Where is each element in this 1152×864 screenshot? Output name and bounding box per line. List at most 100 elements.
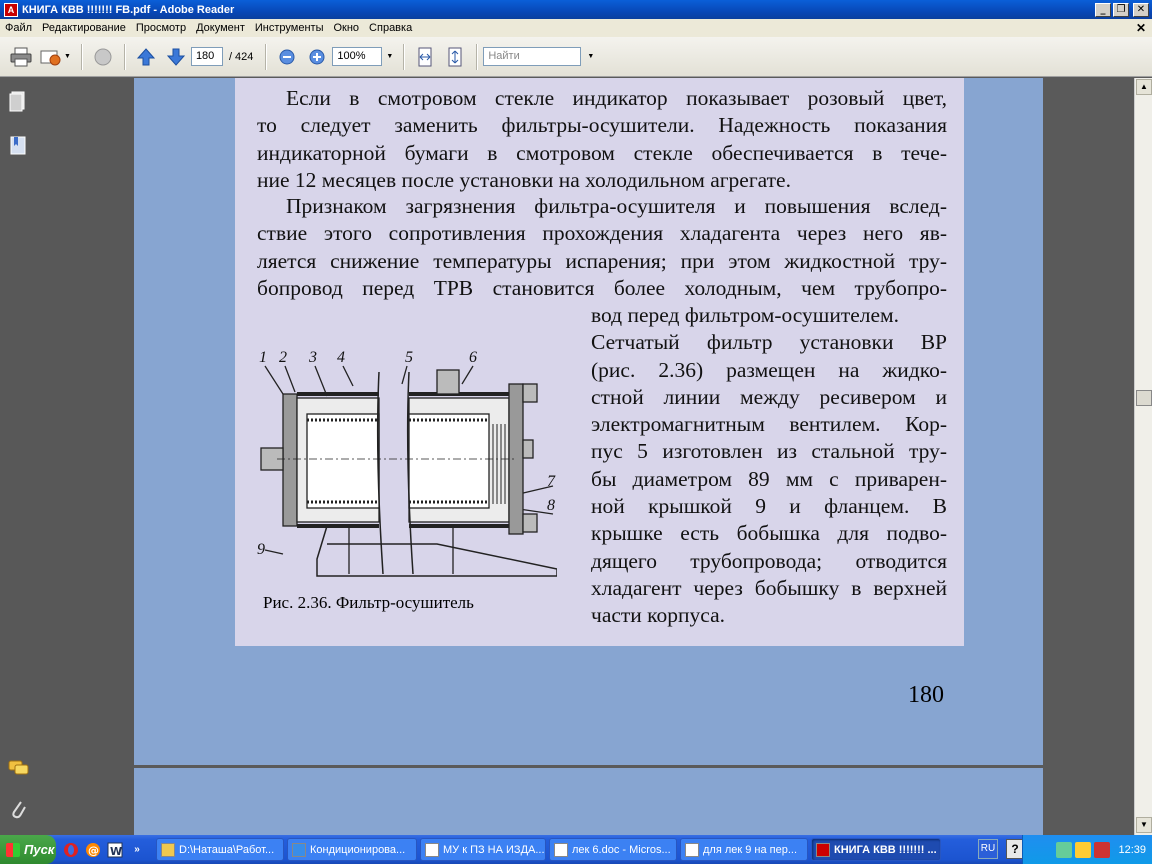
- figure-label: 5: [405, 349, 413, 366]
- scroll-down-arrow-icon[interactable]: ▼: [1136, 817, 1152, 833]
- menu-bar: Файл Редактирование Просмотр Документ Ин…: [0, 19, 1152, 37]
- close-document-icon[interactable]: ✕: [1136, 21, 1146, 35]
- text-line: Сетчатый фильтр установки ВР: [591, 330, 947, 355]
- text-line: индикаторной бумаги в смотровом стекле о…: [257, 140, 947, 165]
- arrow-up-icon: [136, 47, 156, 65]
- navigation-panel: [0, 78, 134, 835]
- figure-caption: Рис. 2.36. Фильтр-осушитель: [263, 593, 474, 612]
- menu-help[interactable]: Справка: [364, 22, 417, 34]
- text-line: ной крышкой 9 и фланцем. В: [591, 494, 947, 519]
- clock[interactable]: 12:39: [1118, 844, 1146, 856]
- document-view[interactable]: Если в смотровом стекле индикатор показы…: [134, 78, 1134, 835]
- text-line: ние 12 месяцев после установки на холоди…: [257, 167, 791, 192]
- taskbar-item-word-2[interactable]: лек 6.doc - Micros...: [549, 838, 677, 861]
- word-doc-icon: [685, 842, 699, 857]
- taskbar-item-adobe-reader[interactable]: КНИГА КВВ !!!!!!! ...: [811, 838, 941, 861]
- menu-document[interactable]: Документ: [191, 22, 250, 34]
- page-number-input[interactable]: 180: [190, 47, 223, 66]
- quick-launch-expand-icon[interactable]: »: [126, 839, 148, 861]
- menu-tools[interactable]: Инструменты: [250, 22, 329, 34]
- paragraph-2-continued: вод перед фильтром-осушителем. Сетчатый …: [591, 302, 947, 630]
- network-icon[interactable]: [1056, 841, 1073, 858]
- figure-label: 4: [337, 349, 345, 366]
- windows-flag-icon: [6, 842, 20, 857]
- zoom-out-button[interactable]: [274, 44, 300, 70]
- text-line: крышке есть бобышка для подво-: [591, 521, 947, 546]
- collaborate-button[interactable]: [90, 44, 116, 70]
- zoom-out-icon: [279, 49, 295, 64]
- menu-edit[interactable]: Редактирование: [37, 22, 131, 34]
- find-dropdown-icon[interactable]: ▼: [587, 53, 594, 60]
- bookmarks-icon[interactable]: [8, 134, 28, 156]
- close-button[interactable]: ✕: [1133, 2, 1149, 17]
- text-line: хладагент через бобышку в верхней: [591, 575, 947, 600]
- taskbar-item-browser[interactable]: Кондиционирова...: [287, 838, 417, 861]
- paragraph-1: Если в смотровом стекле индикатор показы…: [257, 85, 947, 194]
- text-line: Признаком загрязнения фильтра-осушителя …: [286, 194, 947, 218]
- scroll-up-arrow-icon[interactable]: ▲: [1136, 79, 1152, 95]
- mail-at-icon[interactable]: @: [82, 839, 104, 861]
- text-line: ствие этого сопротивления прохождения хл…: [257, 221, 947, 246]
- taskbar-item-word-1[interactable]: МУ к ПЗ НА ИЗДА...: [420, 838, 546, 861]
- language-indicator[interactable]: RU: [978, 839, 998, 859]
- restore-button[interactable]: ❐: [1113, 2, 1129, 17]
- page-number: 180: [908, 682, 944, 708]
- zoom-in-button[interactable]: [304, 44, 330, 70]
- zoom-dropdown-icon[interactable]: ▼: [386, 53, 393, 60]
- task-label: МУ к ПЗ НА ИЗДА...: [443, 843, 545, 856]
- text-line: пус 5 изготовлен из стальной тру-: [591, 439, 947, 464]
- start-label: Пуск: [24, 842, 55, 857]
- zoom-level-select[interactable]: 100%: [332, 47, 383, 66]
- text-line: вод перед фильтром-осушителем.: [591, 303, 900, 327]
- text-line: (рис. 2.36) размещен на жидко-: [591, 357, 947, 382]
- previous-page-button[interactable]: [133, 44, 159, 70]
- pdf-page: Если в смотровом стекле индикатор показы…: [134, 78, 1043, 765]
- window-title: КНИГА КВВ !!!!!!! FB.pdf - Adobe Reader: [22, 3, 235, 16]
- task-label: D:\Наташа\Работ...: [179, 843, 275, 856]
- email-button[interactable]: [38, 44, 64, 70]
- word-doc-icon: [554, 842, 568, 857]
- figure-label: 1: [259, 349, 267, 366]
- folder-icon: [161, 842, 175, 857]
- find-input[interactable]: Найти: [483, 47, 582, 66]
- taskbar: Пуск @ W » D:\Наташа\Работ... Кондициони…: [0, 835, 1152, 864]
- taskbar-item-folder[interactable]: D:\Наташа\Работ...: [156, 838, 284, 861]
- task-label: Кондиционирова...: [310, 843, 406, 856]
- separator: [476, 43, 478, 70]
- separator: [265, 43, 267, 70]
- scrollbar-thumb[interactable]: [1136, 390, 1152, 406]
- system-tray: 12:39: [1022, 835, 1152, 864]
- text-line: электромагнитным вентилем. Кор-: [591, 412, 947, 437]
- text-line: Если в смотровом стекле индикатор показы…: [286, 86, 947, 110]
- antivirus-icon[interactable]: [1094, 841, 1111, 858]
- taskbar-item-word-3[interactable]: для лек 9 на пер...: [680, 838, 808, 861]
- menu-file[interactable]: Файл: [0, 22, 37, 34]
- svg-text:W: W: [110, 845, 122, 858]
- word-doc-icon: [425, 842, 439, 857]
- start-button[interactable]: Пуск: [0, 835, 56, 864]
- fit-width-button[interactable]: [412, 44, 438, 70]
- print-icon: [10, 47, 32, 66]
- figure-label: 2: [279, 349, 287, 366]
- menu-view[interactable]: Просмотр: [131, 22, 191, 34]
- text-line: дящего трубопровода; отводится: [591, 548, 947, 573]
- figure-label: 6: [469, 349, 477, 366]
- email-dropdown-icon[interactable]: ▼: [64, 53, 71, 60]
- vertical-scrollbar[interactable]: ▲ ▼: [1134, 78, 1152, 835]
- menu-window[interactable]: Окно: [328, 22, 364, 34]
- print-button[interactable]: [8, 44, 34, 70]
- minimize-button[interactable]: _: [1095, 2, 1111, 17]
- opera-icon[interactable]: [60, 839, 82, 861]
- figure-label: 7: [547, 473, 556, 490]
- volume-icon[interactable]: [1075, 841, 1092, 858]
- collaborate-icon: [94, 48, 112, 65]
- attachments-icon[interactable]: [8, 798, 28, 820]
- next-pdf-page: [134, 768, 1043, 835]
- fit-page-button[interactable]: [442, 44, 468, 70]
- figure-label: 8: [547, 497, 555, 514]
- next-page-button[interactable]: [163, 44, 189, 70]
- word-icon[interactable]: W: [104, 839, 126, 861]
- pages-icon[interactable]: [8, 90, 28, 112]
- page-content: Если в смотровом стекле индикатор показы…: [235, 78, 964, 646]
- comments-icon[interactable]: [8, 758, 29, 780]
